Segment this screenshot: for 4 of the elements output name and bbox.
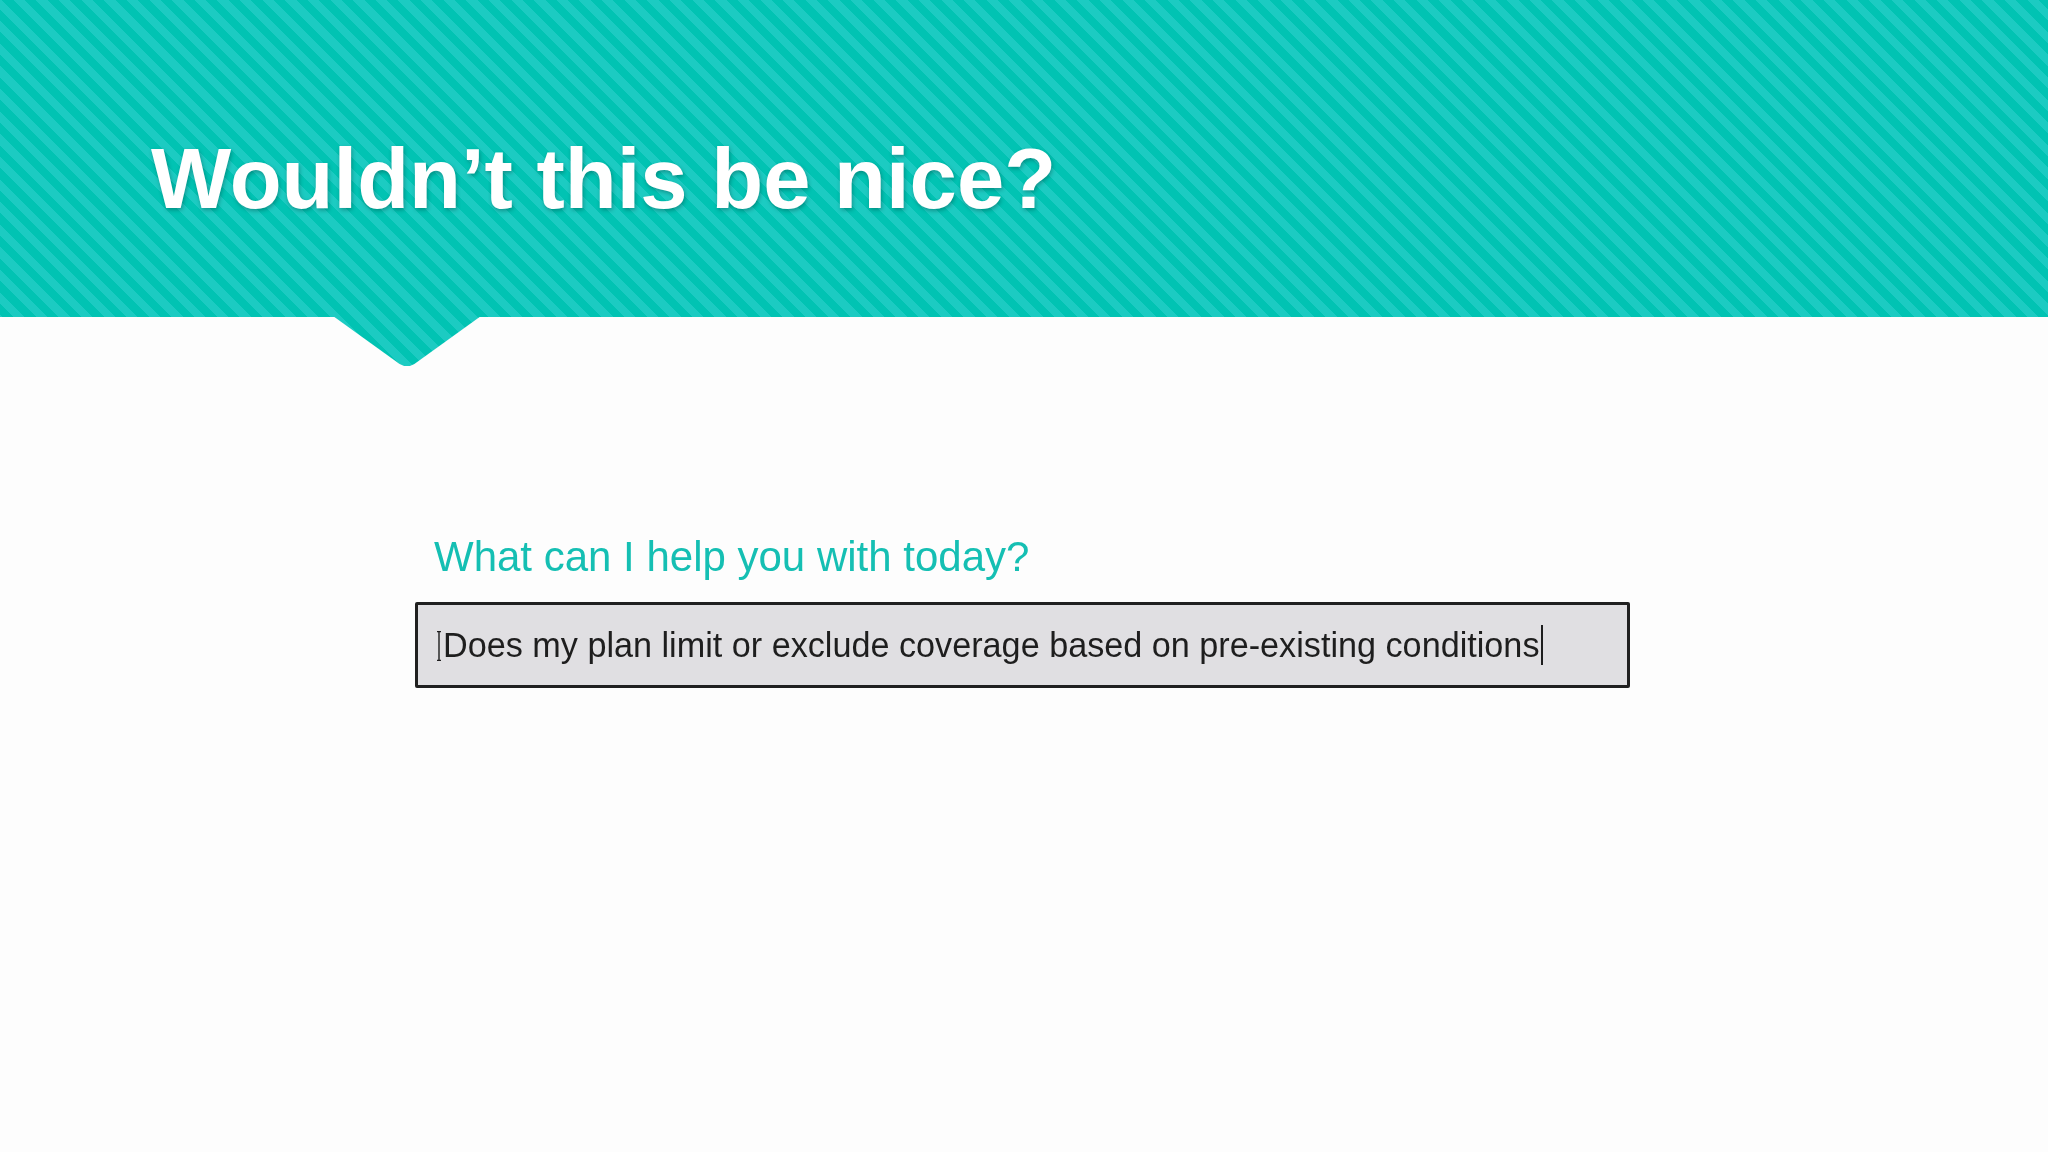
question-input[interactable]: Does my plan limit or exclude coverage based on pre-existing conditions [415, 602, 1630, 689]
slide-title: Wouldn’t this be nice? [151, 136, 1057, 221]
i-beam-cursor-icon [437, 631, 441, 662]
question-label: What can I help you with today? [434, 532, 1030, 582]
